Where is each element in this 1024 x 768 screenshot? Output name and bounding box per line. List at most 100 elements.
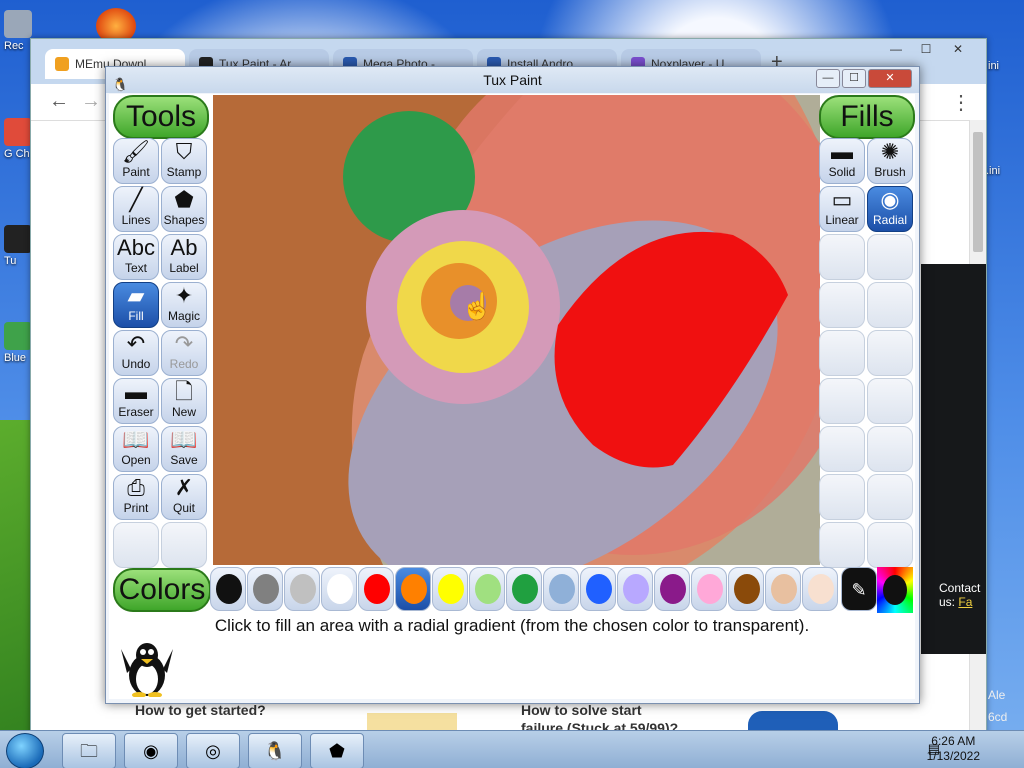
taskbar-tuxpaint[interactable]: 🐧: [248, 733, 302, 768]
color-swatch[interactable]: [691, 567, 727, 611]
fill-label: Radial: [872, 213, 908, 227]
taskbar-firefox[interactable]: ◉: [124, 733, 178, 768]
color-swatch[interactable]: [321, 567, 357, 611]
text-icon: Abc: [117, 235, 155, 260]
drawing-canvas[interactable]: ☝: [213, 95, 820, 565]
tool-new[interactable]: 🗋 New: [161, 378, 207, 424]
tool-lines[interactable]: ╱ Lines: [113, 186, 159, 232]
desktop-text: .ini: [986, 165, 1001, 177]
tuxpaint-body: Tools 🖌 Paint ⛉ Stamp ╱ Lines ⬟ Shapes Abc Text Ab…: [109, 94, 915, 699]
tool-label: Fill: [128, 309, 144, 323]
maximize-button[interactable]: ☐: [842, 69, 866, 88]
color-dot: [364, 574, 390, 604]
chrome-icon: [4, 118, 32, 146]
memu-icon: [55, 57, 69, 71]
tool-label: Undo: [121, 357, 151, 371]
tool-label: Label: [169, 261, 199, 275]
tools-header: Tools: [113, 95, 209, 139]
fill-solid[interactable]: ▬ Solid: [819, 138, 865, 184]
minimize-button[interactable]: —: [881, 39, 911, 59]
color-swatch[interactable]: [395, 567, 431, 611]
color-swatch[interactable]: [469, 567, 505, 611]
maximize-button[interactable]: ☐: [911, 39, 941, 59]
open-icon: 📖: [122, 427, 150, 452]
color-dot: [512, 574, 538, 604]
minimize-button[interactable]: —: [816, 69, 840, 88]
tool-eraser[interactable]: ▬ Eraser: [113, 378, 159, 424]
tool-label: Eraser: [118, 405, 154, 419]
quit-icon: ✗: [174, 475, 194, 500]
tool-label[interactable]: Ab Label: [161, 234, 207, 280]
faq-link[interactable]: How to solve start: [521, 702, 642, 718]
fill-radial[interactable]: ◉ Radial: [867, 186, 913, 232]
tuxpaint-window: 🐧 Tux Paint — ☐ ✕ Tools 🖌 Paint ⛉ Stamp ╱ Lin…: [105, 66, 920, 704]
tool-magic[interactable]: ✦ Magic: [161, 282, 207, 328]
side-text: Ale: [988, 688, 1006, 702]
tool-print[interactable]: ⎙ Print: [113, 474, 159, 520]
tool-open[interactable]: 📖 Open: [113, 426, 159, 472]
save-icon: 📖: [170, 427, 198, 452]
fill-slot-empty: [867, 522, 913, 568]
tool-save[interactable]: 📖 Save: [161, 426, 207, 472]
taskbar-explorer[interactable]: 🗀: [62, 733, 116, 768]
fill-slot-empty: [819, 426, 865, 472]
tool-stamp[interactable]: ⛉ Stamp: [161, 138, 207, 184]
redo-icon: ↷: [174, 331, 194, 356]
desktop-icon-label: Tu: [4, 255, 17, 267]
color-dot: [438, 574, 464, 604]
color-swatch[interactable]: [543, 567, 579, 611]
color-swatch[interactable]: [654, 567, 690, 611]
color-dot: [549, 574, 575, 604]
color-swatch[interactable]: [728, 567, 764, 611]
tool-shapes[interactable]: ⬟ Shapes: [161, 186, 207, 232]
contact-link[interactable]: Fa: [958, 595, 972, 609]
tool-undo[interactable]: ↶ Undo: [113, 330, 159, 376]
taskbar: 🗀 ◉ ◎ 🐧 ⬟ ▤ 6:26 AM 1/13/2022: [0, 730, 1024, 768]
tool-slot-empty: [113, 522, 159, 568]
linear-fill-icon: ▭: [831, 187, 853, 212]
fill-slot-empty: [819, 234, 865, 280]
canvas-art: [213, 95, 820, 565]
tool-paint[interactable]: 🖌 Paint: [113, 138, 159, 184]
color-swatch[interactable]: [284, 567, 320, 611]
fill-slot-empty: [867, 282, 913, 328]
faq-link[interactable]: How to get started?: [135, 702, 266, 718]
fill-label: Linear: [825, 213, 859, 227]
color-dot: [697, 574, 723, 604]
system-clock[interactable]: 6:26 AM 1/13/2022: [927, 734, 980, 764]
close-button[interactable]: ✕: [943, 39, 973, 59]
browser-menu-icon[interactable]: ⋮: [951, 90, 971, 115]
tool-tip-text: Click to fill an area with a radial grad…: [214, 616, 810, 635]
tool-fill[interactable]: ▰ Fill: [113, 282, 159, 328]
color-swatch[interactable]: [765, 567, 801, 611]
tool-label: Text: [124, 261, 147, 275]
tool-text[interactable]: Abc Text: [113, 234, 159, 280]
color-dot: [623, 574, 649, 604]
tool-quit[interactable]: ✗ Quit: [161, 474, 207, 520]
close-button[interactable]: ✕: [868, 69, 912, 88]
taskbar-memu[interactable]: ⬟: [310, 733, 364, 768]
color-swatch[interactable]: [432, 567, 468, 611]
color-swatch[interactable]: [247, 567, 283, 611]
back-button[interactable]: ←: [49, 90, 69, 113]
fill-icon: ▰: [127, 283, 145, 308]
color-swatch[interactable]: [358, 567, 394, 611]
start-button[interactable]: [6, 733, 44, 768]
rainbow-center: [883, 575, 907, 605]
new-icon: 🗋: [175, 379, 193, 404]
taskbar-chrome[interactable]: ◎: [186, 733, 240, 768]
color-swatch[interactable]: [802, 567, 838, 611]
rainbow-color-button[interactable]: [877, 567, 913, 613]
forward-button[interactable]: →: [81, 90, 101, 113]
fill-brush[interactable]: ✺ Brush: [867, 138, 913, 184]
scrollbar-thumb[interactable]: [973, 132, 983, 252]
color-swatch[interactable]: [617, 567, 653, 611]
fill-linear[interactable]: ▭ Linear: [819, 186, 865, 232]
tool-redo[interactable]: ↷ Redo: [161, 330, 207, 376]
color-swatch[interactable]: [580, 567, 616, 611]
color-swatch[interactable]: [210, 567, 246, 611]
fill-slot-empty: [867, 426, 913, 472]
color-picker-button[interactable]: ✎: [841, 567, 877, 611]
color-swatch[interactable]: [506, 567, 542, 611]
color-dot: [253, 574, 279, 604]
